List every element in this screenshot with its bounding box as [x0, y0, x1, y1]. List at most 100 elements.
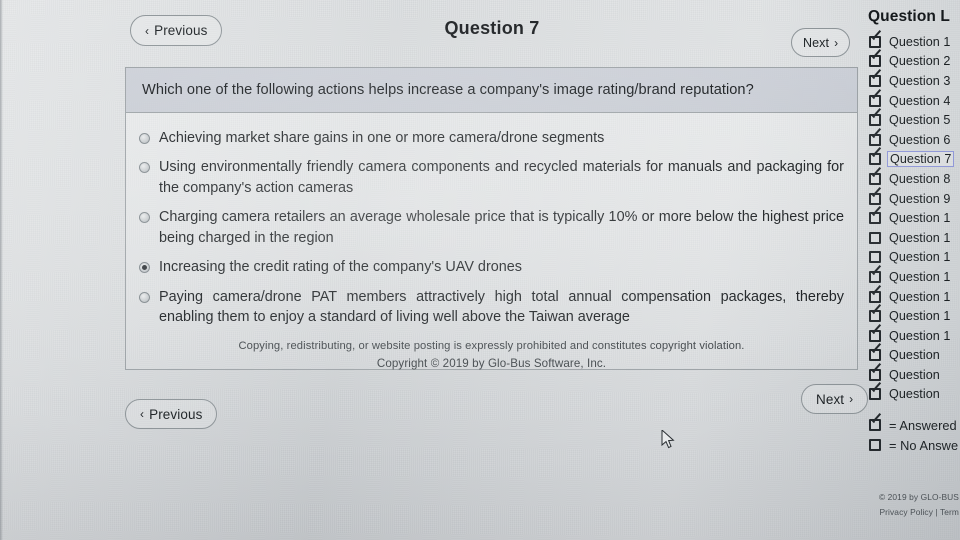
radio-button-icon[interactable] [139, 212, 150, 224]
question-list-item-label: Question 4 [889, 93, 951, 108]
question-list-item[interactable]: Question 3 [866, 71, 960, 91]
check-mark-icon [870, 415, 884, 429]
question-list-item-label: Question 8 [889, 171, 951, 186]
answer-option[interactable]: Charging camera retailers an average who… [139, 207, 844, 248]
previous-button-bottom[interactable]: ‹ Previous [125, 399, 218, 429]
question-list-item[interactable]: Question 1 [866, 248, 960, 268]
checkbox-checked-icon [869, 55, 881, 68]
answer-option[interactable]: Using environmentally friendly camera co… [139, 157, 844, 198]
check-mark-icon [870, 267, 884, 281]
check-mark-icon [870, 32, 884, 46]
question-list-item-label: Question 5 [889, 113, 951, 128]
checkbox-box [869, 251, 881, 264]
radio-button-selected-icon[interactable] [139, 262, 150, 274]
answer-option[interactable]: Paying camera/drone PAT members attracti… [139, 287, 844, 328]
legend-item-label: = No Answe [889, 437, 959, 453]
check-mark-icon [870, 326, 884, 340]
checkbox-box [869, 439, 881, 452]
checkbox-checked-icon [869, 133, 881, 146]
question-list-item[interactable]: Question 4 [866, 91, 960, 111]
copyright-notice-line-2: Copyright © 2019 by Glo-Bus Software, In… [376, 356, 607, 370]
checkbox-checked-icon [869, 114, 881, 127]
answer-option[interactable]: Achieving market share gains in one or m… [139, 128, 844, 148]
check-mark-icon [870, 384, 884, 398]
question-list-item-label: Question 1 [889, 230, 951, 245]
check-mark-icon [870, 345, 884, 359]
copyright-notice: Copying, redistributing, or website post… [139, 340, 844, 370]
chevron-left-icon: ‹ [140, 407, 145, 421]
legend-item-label: = Answered [889, 417, 957, 433]
question-list-item-label: Question 3 [889, 73, 951, 88]
check-mark-icon [870, 169, 884, 183]
chevron-right-icon: › [849, 392, 854, 406]
check-mark-icon [870, 208, 884, 222]
question-list-item-label: Question 1 [889, 34, 951, 49]
question-list-item-label: Question [889, 348, 940, 363]
answer-option-label: Achieving market share gains in one or m… [159, 130, 605, 146]
checkbox-checked-icon [869, 74, 881, 87]
question-list-item-label: Question 1 [889, 289, 951, 304]
check-mark-icon [870, 51, 884, 65]
answer-option-label: Using environmentally friendly camera co… [159, 159, 844, 196]
check-mark-icon [870, 365, 884, 379]
question-list-item[interactable]: Question [866, 385, 960, 405]
next-button-bottom-label: Next [816, 391, 845, 407]
check-mark-icon [870, 189, 884, 203]
question-list-item[interactable]: Question 7 [866, 150, 960, 170]
question-prompt-bar: Which one of the following actions helps… [126, 68, 857, 113]
question-list-item[interactable]: Question 9 [866, 189, 960, 209]
next-button-bottom[interactable]: Next › [801, 384, 869, 414]
question-list-item[interactable]: Question [866, 346, 960, 366]
question-prompt: Which one of the following actions helps… [142, 82, 754, 98]
question-list-item[interactable]: Question 8 [866, 169, 960, 189]
question-list-item-label: Question 1 [889, 269, 951, 284]
question-list-items: Question 1 Question 2 Question 3 Question 4… [866, 32, 960, 404]
checkbox-checked-icon [869, 310, 881, 323]
checkbox-checked-icon [869, 153, 881, 166]
checkbox-checked-icon [869, 290, 881, 303]
next-button-top-label: Next [803, 35, 830, 50]
checkbox-checked-icon [869, 388, 881, 401]
check-mark-icon [870, 130, 884, 144]
checkbox-checked-icon [869, 419, 881, 432]
screen-photo-surface: ‹ Previous Question 7 Next › Which one o… [0, 0, 960, 540]
checkbox-checked-icon [869, 349, 881, 362]
question-list-sidebar: Question L Question 1 Question 2 Question … [866, 0, 960, 540]
question-list-legend: = Answered = No Answe [866, 415, 960, 455]
checkbox-empty-icon [869, 251, 881, 264]
question-list-item[interactable]: Question 1 [866, 287, 960, 307]
question-list-item-label: Question 2 [889, 54, 951, 69]
question-list-item[interactable]: Question 1 [866, 267, 960, 287]
radio-button-icon[interactable] [139, 133, 150, 144]
question-list-item-label: Question [889, 367, 940, 382]
question-list-item[interactable]: Question 1 [866, 208, 960, 228]
checkbox-checked-icon [869, 192, 881, 205]
checkbox-checked-icon [869, 94, 881, 107]
question-card: Which one of the following actions helps… [125, 67, 858, 370]
checkbox-empty-icon [869, 231, 881, 244]
answer-option-selected[interactable]: Increasing the credit rating of the comp… [139, 257, 844, 277]
next-button-top[interactable]: Next › [791, 28, 851, 57]
question-list-item[interactable]: Question 2 [866, 52, 960, 72]
answer-option-label: Paying camera/drone PAT members attracti… [159, 288, 844, 326]
checkbox-checked-icon [869, 212, 881, 225]
question-list-item-label: Question 1 [889, 211, 951, 226]
answer-option-label: Increasing the credit rating of the comp… [159, 259, 522, 276]
legend-item: = Answered [866, 415, 960, 435]
check-mark-icon [870, 110, 884, 124]
radio-button-icon[interactable] [139, 162, 150, 174]
question-list-item-label: Question 1 [889, 309, 951, 324]
previous-button-bottom-label: Previous [149, 406, 203, 422]
question-list-item[interactable]: Question 5 [866, 110, 960, 130]
question-list-item[interactable]: Question 1 [866, 306, 960, 326]
check-mark-icon [870, 91, 884, 105]
radio-button-icon[interactable] [139, 291, 150, 303]
page-title: Question 7 [444, 18, 540, 38]
question-list-item[interactable]: Question 1 [866, 228, 960, 248]
question-list-item-label: Question 6 [889, 132, 951, 147]
chevron-right-icon: › [834, 35, 839, 50]
sidebar-privacy-links[interactable]: Privacy Policy | Term [866, 507, 959, 517]
question-list-item-label: Question 7 [887, 151, 955, 168]
question-list-item-label: Question 1 [889, 328, 951, 343]
checkbox-checked-icon [869, 368, 881, 381]
